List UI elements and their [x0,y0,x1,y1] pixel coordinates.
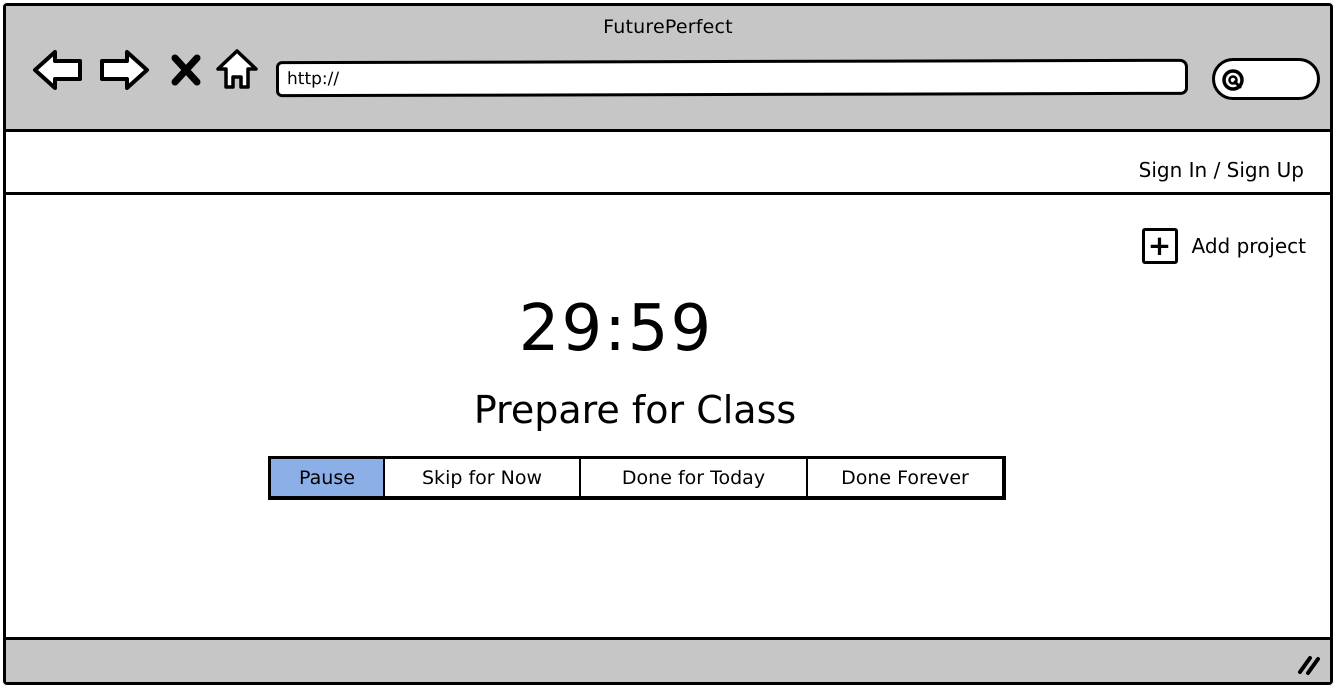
task-title: Prepare for Class [473,388,797,432]
stop-button[interactable] [166,42,206,98]
browser-window: FuturePerfect http:// Sign In / Sign Up … [3,3,1333,685]
done-for-today-button[interactable]: Done for Today [581,459,808,496]
search-icon [1222,69,1244,91]
site-header: Sign In / Sign Up [6,132,1330,195]
search-box[interactable] [1212,58,1320,100]
sign-in-link[interactable]: Sign In / Sign Up [1139,158,1304,182]
timer-action-buttons: Pause Skip for Now Done for Today Done F… [268,456,1006,500]
add-project-button[interactable]: + Add project [1141,228,1307,264]
url-bar[interactable] [275,58,1189,98]
skip-for-now-button[interactable]: Skip for Now [385,459,581,496]
status-bar [6,637,1330,682]
close-icon [171,54,201,86]
add-project-label: Add project [1191,234,1307,258]
forward-arrow-icon [100,50,149,90]
done-forever-button[interactable]: Done Forever [808,459,1002,496]
plus-box-icon: + [1141,228,1178,264]
pause-button[interactable]: Pause [271,459,385,496]
url-input[interactable] [286,63,1168,93]
home-button[interactable] [212,42,262,98]
countdown-timer: 29:59 [518,292,714,366]
browser-toolbar: FuturePerfect [6,6,1330,132]
back-button[interactable] [30,42,86,98]
resize-grip-icon[interactable] [1296,652,1322,676]
window-title: FuturePerfect [603,16,733,38]
back-arrow-icon [33,50,82,90]
home-icon [216,49,258,89]
forward-button[interactable] [96,42,152,98]
